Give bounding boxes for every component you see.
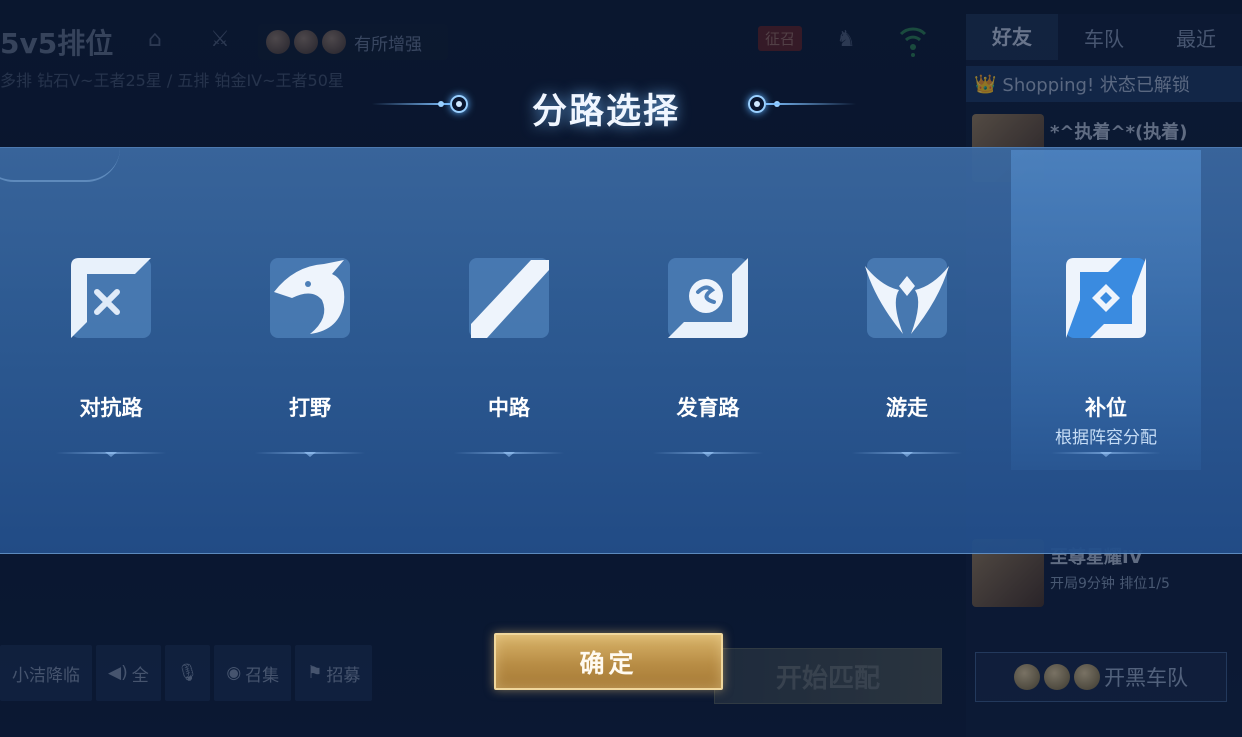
mid-lane-icon	[469, 258, 549, 338]
jungle-icon	[270, 258, 350, 338]
fill-icon	[1066, 258, 1146, 338]
lane-label: 对抗路	[79, 396, 143, 420]
clash-lane-icon	[71, 258, 151, 338]
dialog-title: 分路选择	[531, 92, 680, 132]
lane-label: 补位	[1085, 396, 1127, 420]
lane-label: 中路	[488, 396, 530, 420]
lane-sublabel: 根据阵容分配	[1055, 428, 1157, 448]
title-divider-right	[766, 103, 856, 105]
lane-label: 游走	[886, 396, 928, 420]
lane-divider	[852, 452, 962, 457]
lane-divider	[454, 452, 564, 457]
lane-divider	[1051, 452, 1161, 457]
farm-lane-icon	[668, 258, 748, 338]
lane-divider	[653, 452, 763, 457]
roam-icon	[865, 258, 949, 338]
lane-option-jungle[interactable]: 打野	[215, 150, 405, 470]
confirm-button[interactable]: 确定	[494, 633, 723, 690]
lane-option-mid[interactable]: 中路	[414, 150, 604, 470]
lane-option-roam[interactable]: 游走	[812, 150, 1002, 470]
lane-option-farm[interactable]: 发育路	[613, 150, 803, 470]
title-ornament-ring	[748, 95, 766, 113]
lane-label: 发育路	[676, 396, 740, 420]
lane-option-fill[interactable]: 补位 根据阵容分配	[1011, 150, 1201, 470]
lane-divider	[255, 452, 365, 457]
lane-option-clash[interactable]: 对抗路	[16, 150, 206, 470]
lane-divider	[56, 452, 166, 457]
lane-label: 打野	[289, 396, 331, 420]
